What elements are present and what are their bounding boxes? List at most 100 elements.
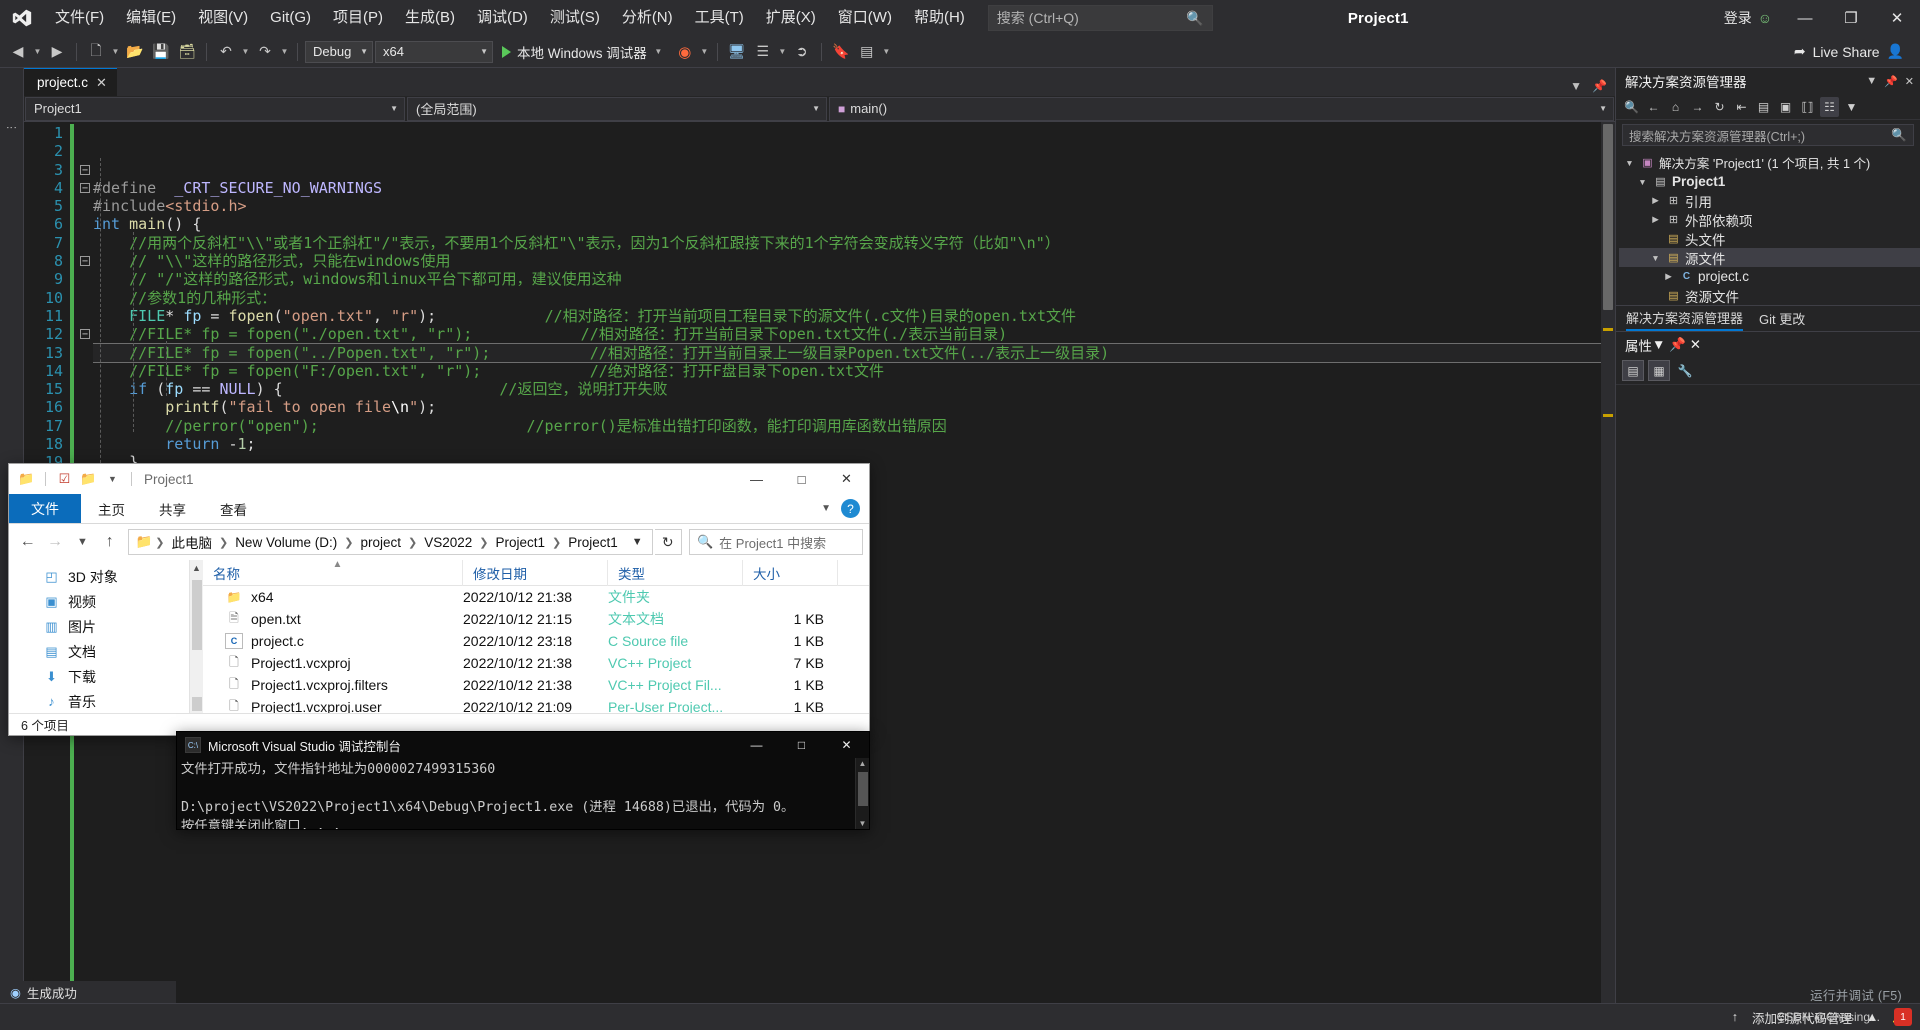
- open-file-icon[interactable]: 📂: [123, 40, 147, 64]
- forward-icon-se[interactable]: →: [1688, 97, 1707, 117]
- outlining-toggle[interactable]: −: [77, 252, 93, 270]
- editor-vertical-scrollbar[interactable]: [1601, 122, 1615, 1006]
- console-scrollbar[interactable]: ▲ ▼: [855, 758, 869, 829]
- explorer-minimize-button[interactable]: —: [734, 465, 779, 494]
- recent-locations-icon[interactable]: ▼: [70, 529, 95, 555]
- redo-dropdown-icon[interactable]: ▼: [279, 47, 290, 56]
- console-maximize-button[interactable]: □: [779, 733, 824, 758]
- refresh-icon[interactable]: ↻: [654, 529, 682, 555]
- column-header-size[interactable]: 大小: [743, 559, 838, 586]
- pin-icon-props[interactable]: 📌: [1669, 337, 1686, 352]
- solution-tree-item-1[interactable]: ▶ ⊞ 引用: [1619, 191, 1920, 210]
- menu-tools[interactable]: 工具(T): [684, 0, 755, 36]
- home-icon-se[interactable]: ⌂: [1666, 97, 1685, 117]
- list-icon[interactable]: ▤: [855, 40, 879, 64]
- nav-scroll-thumb[interactable]: [192, 580, 202, 650]
- menu-window[interactable]: 窗口(W): [827, 0, 903, 36]
- breadcrumb-2[interactable]: project: [356, 535, 405, 550]
- console-minimize-button[interactable]: —: [734, 733, 779, 758]
- preview-icon-se[interactable]: ▣: [1776, 97, 1795, 117]
- column-header-date[interactable]: 修改日期: [463, 559, 608, 586]
- properties-check-icon[interactable]: ☑: [55, 470, 74, 489]
- collapse-all-icon-se[interactable]: ⇤: [1732, 97, 1751, 117]
- tab-project-c[interactable]: project.c ✕: [24, 68, 117, 96]
- back-icon[interactable]: ←: [15, 529, 40, 555]
- ribbon-tab-home[interactable]: 主页: [81, 494, 142, 523]
- twisty-icon[interactable]: ▼: [1636, 177, 1649, 187]
- properties-page-icon[interactable]: 🔧: [1674, 360, 1696, 381]
- file-row[interactable]: 🗎 open.txt 2022/10/12 21:15 文本文档 1 KB: [203, 608, 869, 630]
- ribbon-tab-file[interactable]: 文件: [9, 494, 81, 523]
- search-icon-se[interactable]: 🔍: [1622, 97, 1641, 117]
- pin-icon[interactable]: 📌: [1592, 79, 1607, 93]
- overflow-icon-se[interactable]: ▼: [1842, 97, 1861, 117]
- menu-debug[interactable]: 调试(D): [466, 0, 539, 36]
- code-line[interactable]: //FILE* fp = fopen("F:/open.txt", "r"); …: [93, 362, 1601, 380]
- twisty-icon[interactable]: ▶: [1662, 271, 1675, 282]
- twisty-icon-root[interactable]: ▼: [1623, 158, 1636, 168]
- outlining-toggle[interactable]: −: [77, 325, 93, 343]
- outlining-toggle[interactable]: −: [77, 179, 93, 197]
- code-line[interactable]: //参数1的几种形式：: [93, 289, 1601, 307]
- code-line[interactable]: // "\\"这样的路径形式，只能在windows使用: [93, 252, 1601, 270]
- nav-item-1[interactable]: ▣ 视频: [9, 589, 189, 614]
- show-all-files-icon-se[interactable]: ⟦⟧: [1798, 97, 1817, 117]
- file-row[interactable]: 🗋 Project1.vcxproj.filters 2022/10/12 21:3…: [203, 674, 869, 696]
- file-row[interactable]: Cproject.c 2022/10/12 23:18 C Source file 1…: [203, 630, 869, 652]
- solution-tree-item-6[interactable]: ▤ 资源文件: [1619, 286, 1920, 305]
- navbar-scope-dropdown[interactable]: (全局范围) ▼: [407, 96, 827, 121]
- solution-tree-item-0[interactable]: ▼ ▤ Project1: [1619, 172, 1920, 191]
- explorer-close-button[interactable]: ✕: [824, 465, 869, 494]
- up-icon[interactable]: ↑: [97, 529, 122, 555]
- vs-search-box[interactable]: 搜索 (Ctrl+Q) 🔍: [987, 5, 1213, 31]
- live-preview-icon[interactable]: 🖥: [725, 40, 749, 64]
- hot-reload-dropdown-icon[interactable]: ▼: [699, 47, 710, 56]
- code-line[interactable]: return -1;: [93, 435, 1601, 453]
- file-row[interactable]: 🗋 Project1.vcxproj 2022/10/12 21:38 VC++ Pr…: [203, 652, 869, 674]
- explorer-maximize-button[interactable]: □: [779, 465, 824, 494]
- start-debug-button[interactable]: 本地 Windows 调试器 ▼: [495, 40, 671, 64]
- menu-git[interactable]: Git(G): [259, 0, 322, 36]
- menu-test[interactable]: 测试(S): [539, 0, 611, 36]
- chevron-down-icon-props[interactable]: ▼: [1652, 337, 1665, 352]
- overflow-icon[interactable]: ▼: [881, 47, 892, 56]
- navigate-forward-icon[interactable]: ▶: [45, 40, 69, 64]
- close-icon-props[interactable]: ✕: [1690, 337, 1701, 352]
- new-folder-icon[interactable]: 📁: [79, 470, 98, 489]
- new-project-dropdown-icon[interactable]: ▼: [110, 47, 121, 56]
- ribbon-tab-view[interactable]: 查看: [203, 494, 264, 523]
- navbar-project-dropdown[interactable]: Project1 ▼: [25, 96, 405, 121]
- code-line[interactable]: printf("fail to open file\n");: [93, 398, 1601, 416]
- chevron-down-icon-tabs[interactable]: ▼: [1570, 79, 1582, 93]
- navigate-back-icon[interactable]: ◀: [6, 40, 30, 64]
- nav-item-0[interactable]: ◰ 3D 对象: [9, 564, 189, 589]
- code-line[interactable]: //FILE* fp = fopen("./open.txt", "r"); /…: [93, 325, 1601, 343]
- twisty-icon[interactable]: ▼: [1649, 253, 1662, 263]
- close-icon-se[interactable]: ✕: [1905, 75, 1914, 88]
- scroll-up-icon[interactable]: ▲: [190, 560, 203, 573]
- categorized-view-icon[interactable]: ▤: [1622, 360, 1644, 381]
- ribbon-expand-icon[interactable]: ▼: [821, 503, 831, 514]
- menu-build[interactable]: 生成(B): [394, 0, 466, 36]
- file-row[interactable]: 📁 x64 2022/10/12 21:38 文件夹: [203, 586, 869, 608]
- start-debug-dropdown-icon[interactable]: ▼: [653, 47, 664, 56]
- select-element-icon[interactable]: ☰: [751, 40, 775, 64]
- nav-pane-scrollbar[interactable]: ▲: [189, 560, 203, 713]
- search-icon-se-field[interactable]: 🔍: [1891, 128, 1907, 143]
- tab-git-changes[interactable]: Git 更改: [1759, 309, 1805, 328]
- solution-tree-item-2[interactable]: ▶ ⊞ 外部依赖项: [1619, 210, 1920, 229]
- forward-icon[interactable]: →: [42, 529, 67, 555]
- qat-dropdown-icon[interactable]: ▼: [103, 470, 122, 489]
- code-line[interactable]: #include<stdio.h>: [93, 197, 1601, 215]
- help-icon[interactable]: ?: [841, 499, 860, 518]
- solution-platform-dropdown[interactable]: x64 ▼: [375, 40, 493, 63]
- address-dropdown-icon[interactable]: ▼: [625, 536, 650, 548]
- solution-root-node[interactable]: ▼ ▣ 解决方案 'Project1' (1 个项目, 共 1 个): [1619, 153, 1920, 172]
- breadcrumb-1[interactable]: New Volume (D:): [231, 535, 341, 550]
- undo-dropdown-icon[interactable]: ▼: [240, 47, 251, 56]
- solution-tree-item-3[interactable]: ▤ 头文件: [1619, 229, 1920, 248]
- alphabetical-view-icon[interactable]: ▦: [1648, 360, 1670, 381]
- select-element-dropdown-icon[interactable]: ▼: [777, 47, 788, 56]
- nav-item-5[interactable]: ♪ 音乐: [9, 689, 189, 713]
- back-dropdown-icon[interactable]: ▼: [32, 47, 43, 56]
